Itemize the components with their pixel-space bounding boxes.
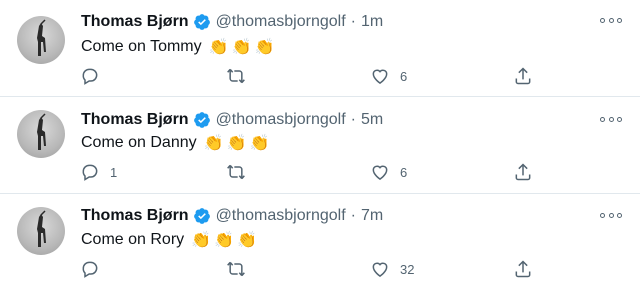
separator: · [350, 13, 356, 30]
clap-emoji-group: 👏 👏 👏 [206, 37, 275, 57]
tweet[interactable]: Thomas Bjørn @thomasbjorngolf · 5m Come … [0, 97, 640, 194]
tweet[interactable]: Thomas Bjørn @thomasbjorngolf · 1m Come … [0, 0, 640, 97]
separator: · [350, 207, 356, 224]
like-button[interactable]: 32 [370, 259, 414, 279]
tweet-text: Come on Danny [81, 134, 197, 151]
reply-button[interactable] [80, 66, 110, 86]
author-handle[interactable]: @thomasbjorngolf [216, 111, 346, 129]
tweet-text: Come on Rory [81, 231, 185, 248]
reply-button[interactable] [80, 259, 110, 279]
tweet-text-container: Come on Rory 👏 👏 👏 [81, 230, 257, 250]
reply-count: 1 [110, 164, 118, 180]
like-button[interactable]: 6 [370, 66, 407, 86]
heart-icon [372, 69, 388, 84]
tweet-text-container: Come on Danny 👏 👏 👏 [81, 133, 269, 153]
retweet-icon [227, 164, 245, 180]
author-handle[interactable]: @thomasbjorngolf [216, 13, 346, 31]
reply-icon [82, 164, 98, 181]
author-handle[interactable]: @thomasbjorngolf [216, 207, 346, 225]
clap-emoji: 👏 [249, 135, 270, 152]
avatar[interactable] [17, 207, 65, 255]
clap-emoji: 👏 [231, 39, 252, 56]
retweet-icon [227, 261, 245, 277]
share-button[interactable] [513, 259, 533, 279]
author-name[interactable]: Thomas Bjørn [81, 111, 189, 129]
reply-button[interactable]: 1 [80, 162, 117, 182]
like-count: 32 [400, 261, 415, 277]
author-name[interactable]: Thomas Bjørn [81, 13, 189, 31]
timestamp[interactable]: 1m [361, 13, 383, 31]
clap-emoji-group: 👏 👏 👏 [188, 230, 257, 250]
tweet[interactable]: Thomas Bjørn @thomasbjorngolf · 7m Come … [0, 194, 640, 292]
verified-badge-icon [193, 13, 211, 31]
clap-emoji: 👏 [214, 232, 234, 249]
avatar[interactable] [17, 16, 65, 64]
retweet-icon [227, 68, 245, 84]
clap-emoji-group: 👏 👏 👏 [201, 133, 270, 153]
verified-badge-icon [193, 207, 211, 225]
heart-icon [372, 165, 388, 180]
clap-emoji: 👏 [208, 39, 229, 56]
clap-emoji: 👏 [237, 232, 257, 249]
verified-badge-icon [193, 111, 211, 129]
avatar[interactable] [17, 110, 65, 158]
clap-emoji: 👏 [203, 135, 224, 152]
clap-emoji: 👏 [191, 232, 212, 249]
more-icon[interactable] [600, 113, 622, 125]
like-button[interactable]: 6 [370, 162, 407, 182]
clap-emoji: 👏 [254, 39, 275, 56]
author-name[interactable]: Thomas Bjørn [81, 207, 189, 225]
reply-icon [82, 261, 98, 278]
retweet-button[interactable] [226, 259, 256, 279]
timestamp[interactable]: 7m [361, 207, 383, 225]
retweet-button[interactable] [226, 66, 256, 86]
share-icon [515, 260, 531, 278]
clap-emoji: 👏 [226, 135, 247, 152]
tweet-text-container: Come on Tommy 👏 👏 👏 [81, 37, 274, 57]
timestamp[interactable]: 5m [361, 111, 383, 129]
tweet-text: Come on Tommy [81, 38, 202, 55]
separator: · [350, 111, 356, 128]
share-icon [515, 67, 531, 85]
reply-icon [82, 68, 98, 85]
heart-icon [372, 262, 388, 277]
share-button[interactable] [513, 66, 533, 86]
more-icon[interactable] [600, 14, 622, 26]
more-icon[interactable] [600, 209, 622, 221]
like-count: 6 [400, 68, 408, 84]
retweet-button[interactable] [226, 162, 256, 182]
share-icon [515, 163, 531, 181]
like-count: 6 [400, 164, 408, 180]
share-button[interactable] [513, 162, 533, 182]
